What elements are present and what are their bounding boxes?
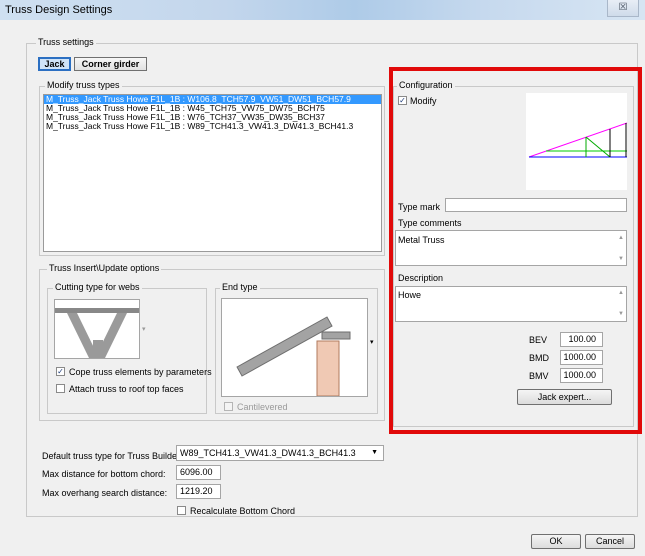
chevron-down-icon: ▼ — [371, 449, 378, 456]
bev-field[interactable]: 100.00 — [560, 332, 603, 347]
cancel-button[interactable]: Cancel — [585, 534, 635, 549]
web-cut-icon — [55, 308, 139, 358]
cantilevered-checkbox[interactable] — [224, 402, 233, 411]
close-button[interactable]: ☒ — [607, 0, 639, 17]
cope-checkbox[interactable]: ✓ — [56, 367, 65, 376]
tab-jack[interactable]: Jack — [38, 57, 71, 71]
jack-truss-preview-icon — [528, 122, 628, 158]
max-overhang-field[interactable]: 1219.20 — [176, 484, 221, 499]
default-type-select[interactable]: W89_TCH41.3_VW41.3_DW41.3_BCH41.3 ▼ — [176, 445, 384, 461]
cutting-type-label: Cutting type for webs — [53, 282, 142, 292]
insert-update-label: Truss Insert\Update options — [47, 263, 162, 273]
bmv-label: BMV — [529, 371, 549, 381]
bmd-field[interactable]: 1000.00 — [560, 350, 603, 365]
bmd-label: BMD — [529, 353, 549, 363]
type-comments-field[interactable]: Metal Truss — [395, 230, 627, 266]
end-type-icon — [236, 316, 351, 397]
scroll-down-icon[interactable]: ▼ — [617, 256, 625, 264]
ok-button[interactable]: OK — [531, 534, 581, 549]
window-title: Truss Design Settings — [5, 4, 113, 16]
scroll-up-icon[interactable]: ▲ — [617, 290, 625, 298]
description-value: Howe — [398, 290, 422, 300]
bev-label: BEV — [529, 335, 548, 345]
truss-preview — [526, 93, 628, 190]
modify-checkbox[interactable]: ✓ — [398, 96, 407, 105]
cope-label: Cope truss elements by parameters — [69, 367, 212, 377]
modify-label: Modify — [410, 96, 437, 106]
scroll-down-icon[interactable]: ▼ — [617, 311, 625, 319]
max-bottom-field[interactable]: 6096.00 — [176, 465, 221, 480]
bmv-field[interactable]: 1000.00 — [560, 368, 603, 383]
configuration-label: Configuration — [397, 80, 455, 90]
recalculate-checkbox[interactable] — [177, 506, 186, 515]
attach-label: Attach truss to roof top faces — [69, 384, 184, 394]
type-mark-field[interactable] — [445, 198, 627, 212]
max-bottom-label: Max distance for bottom chord: — [42, 469, 166, 479]
truss-types-list[interactable]: M_Truss_Jack Truss Howe F1L_1B : W106.8_… — [43, 94, 382, 252]
truss-settings-label: Truss settings — [36, 37, 96, 47]
end-type-dropdown-arrow[interactable]: ▾ — [370, 338, 374, 346]
cutting-type-picker[interactable] — [54, 299, 140, 359]
attach-checkbox[interactable] — [56, 384, 65, 393]
modify-truss-types-label: Modify truss types — [45, 80, 122, 90]
type-mark-label: Type mark — [398, 202, 441, 212]
cantilevered-label: Cantilevered — [237, 402, 288, 412]
close-icon: ☒ — [618, 2, 628, 13]
jack-expert-button[interactable]: Jack expert... — [517, 389, 612, 405]
recalculate-label: Recalculate Bottom Chord — [190, 506, 296, 516]
end-type-picker[interactable] — [221, 298, 368, 397]
tab-corner-girder[interactable]: Corner girder — [74, 57, 147, 71]
description-field[interactable]: Howe — [395, 286, 627, 322]
list-item[interactable]: M_Truss_Jack Truss Howe F1L_1B : W89_TCH… — [44, 122, 381, 131]
type-comments-label: Type comments — [398, 218, 462, 228]
description-label: Description — [398, 273, 444, 283]
default-type-label: Default truss type for Truss Builder: — [42, 451, 183, 461]
default-type-value: W89_TCH41.3_VW41.3_DW41.3_BCH41.3 — [180, 448, 356, 458]
type-comments-value: Metal Truss — [398, 235, 445, 245]
cutting-type-dropdown-arrow[interactable]: ▾ — [142, 325, 146, 333]
scroll-up-icon[interactable]: ▲ — [617, 235, 625, 243]
max-overhang-label: Max overhang search distance: — [42, 488, 168, 498]
end-type-label: End type — [220, 282, 260, 292]
